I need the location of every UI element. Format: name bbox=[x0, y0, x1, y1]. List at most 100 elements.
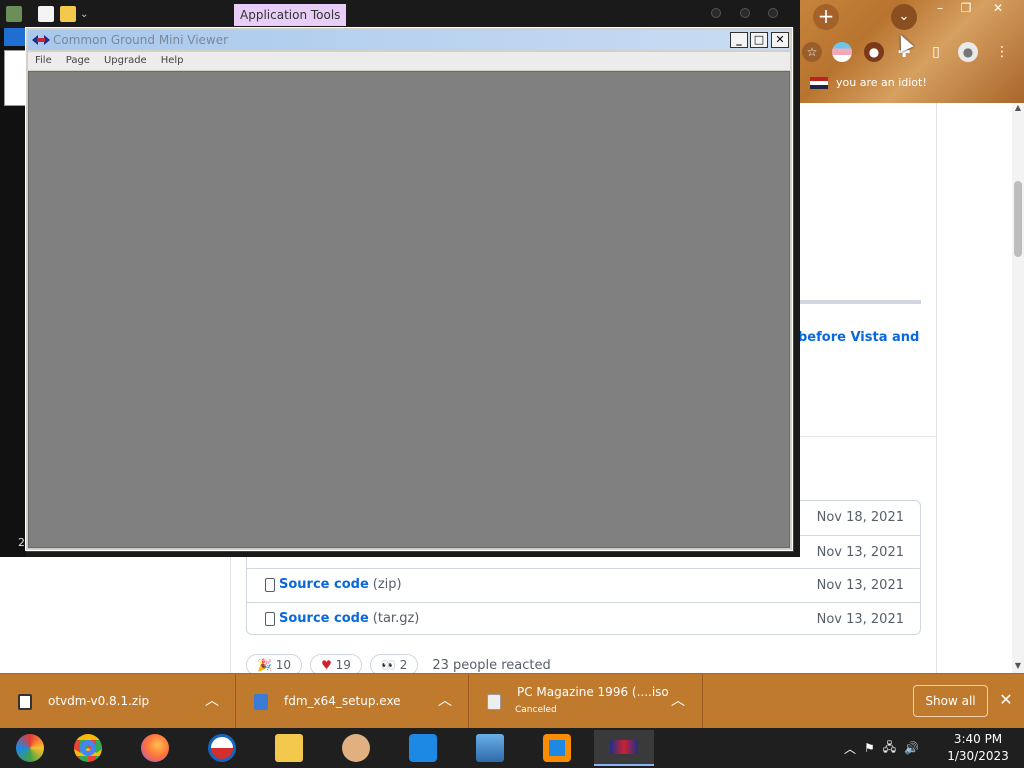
taskbar-media-center[interactable] bbox=[0, 730, 60, 766]
viewer-maximize-button[interactable]: □ bbox=[750, 32, 768, 48]
bookmark-item[interactable]: you are an idiot! bbox=[810, 76, 927, 89]
zip-file-icon bbox=[18, 694, 32, 710]
eyes-icon: 👀 bbox=[380, 658, 396, 672]
menu-help[interactable]: Help bbox=[154, 52, 191, 70]
release-title-link[interactable]: before Vista and bbox=[798, 330, 919, 345]
page-scrollbar[interactable]: ▲ ▼ bbox=[1012, 103, 1024, 673]
asset-date: Nov 18, 2021 bbox=[816, 510, 904, 525]
exe-file-icon bbox=[254, 694, 268, 710]
close-downloads-icon[interactable]: ✕ bbox=[996, 690, 1016, 710]
flag-icon bbox=[810, 76, 828, 89]
taskbar-chrome[interactable] bbox=[58, 730, 118, 766]
chrome-icon bbox=[74, 734, 102, 762]
chevron-up-icon[interactable]: ︿ bbox=[437, 690, 453, 710]
folder-app-icon bbox=[6, 6, 22, 22]
side-panel-icon[interactable]: ▯ bbox=[926, 42, 946, 62]
viewer-title-bar[interactable]: Common Ground Mini Viewer _ □ ✕ bbox=[28, 30, 790, 50]
document-file-icon bbox=[487, 694, 501, 710]
taskbar-obama[interactable] bbox=[192, 730, 252, 766]
volume-icon[interactable]: 🔊 bbox=[904, 741, 919, 755]
asset-link[interactable]: Source code (zip) bbox=[279, 577, 402, 592]
explorer-maximize-button[interactable] bbox=[740, 8, 750, 18]
explorer-minimize-button[interactable] bbox=[711, 8, 721, 18]
menu-page[interactable]: Page bbox=[59, 52, 97, 70]
browser-restore-button[interactable]: ❐ bbox=[954, 0, 978, 18]
show-all-button[interactable]: Show all bbox=[913, 685, 988, 717]
download-item[interactable]: otvdm-v0.8.1.zip ︿ bbox=[0, 674, 236, 729]
downloads-bar: otvdm-v0.8.1.zip ︿ fdm_x64_setup.exe ︿ P… bbox=[0, 673, 1024, 729]
person-icon bbox=[342, 734, 370, 762]
extension-avatar-icon[interactable]: ● bbox=[864, 42, 884, 62]
tada-icon: 🎉 bbox=[257, 658, 272, 672]
taskbar-user-app[interactable] bbox=[326, 730, 386, 766]
asset-date: Nov 13, 2021 bbox=[816, 612, 904, 627]
chevron-up-icon[interactable]: ︿ bbox=[844, 740, 856, 757]
common-ground-viewer-window: Common Ground Mini Viewer _ □ ✕ File Pag… bbox=[25, 27, 793, 551]
quick-access-toolbar: ⌄ bbox=[0, 0, 800, 28]
bookmark-label: you are an idiot! bbox=[836, 76, 927, 89]
extension-flag-icon[interactable] bbox=[832, 42, 852, 62]
download-filename: otvdm-v0.8.1.zip bbox=[48, 694, 150, 708]
taskbar-remote-app[interactable] bbox=[393, 730, 453, 766]
asset-link[interactable]: Source code (tar.gz) bbox=[279, 611, 419, 626]
back-button[interactable] bbox=[4, 50, 26, 106]
viewer-title: Common Ground Mini Viewer bbox=[53, 33, 229, 47]
browser-menu-icon[interactable]: ⋮ bbox=[992, 42, 1012, 62]
taskbar-firefox[interactable] bbox=[125, 730, 185, 766]
browser-minimize-button[interactable]: – bbox=[928, 0, 952, 18]
asset-date: Nov 13, 2021 bbox=[816, 578, 904, 593]
taskbar-photo-viewer[interactable] bbox=[460, 730, 520, 766]
viewer-document-area[interactable] bbox=[28, 71, 790, 548]
tab-search-button[interactable]: ⌄ bbox=[891, 4, 917, 30]
new-tab-button[interactable]: + bbox=[813, 4, 839, 30]
taskbar-common-ground-viewer[interactable] bbox=[594, 730, 654, 766]
folder-icon bbox=[275, 734, 303, 762]
download-filename: PC Magazine 1996 (....iso bbox=[517, 685, 669, 699]
taskbar-video-player[interactable] bbox=[527, 730, 587, 766]
play-icon bbox=[543, 734, 571, 762]
scroll-up-icon[interactable]: ▲ bbox=[1012, 103, 1024, 115]
viewer-menu-bar: File Page Upgrade Help bbox=[28, 52, 790, 70]
menu-file[interactable]: File bbox=[28, 52, 59, 70]
file-zip-icon bbox=[265, 612, 275, 626]
chevron-up-icon[interactable]: ︿ bbox=[670, 690, 686, 710]
asset-date: Nov 13, 2021 bbox=[816, 545, 904, 560]
scrollbar-thumb[interactable] bbox=[1014, 181, 1022, 257]
download-status: Canceled bbox=[515, 705, 557, 715]
network-icon[interactable]: 🖧 bbox=[883, 738, 896, 759]
viewer-minimize-button[interactable]: _ bbox=[730, 32, 748, 48]
scroll-down-icon[interactable]: ▼ bbox=[1012, 661, 1024, 673]
bookmark-star-icon[interactable]: ☆ bbox=[802, 42, 822, 62]
taskbar-file-explorer[interactable] bbox=[259, 730, 319, 766]
common-ground-app-icon bbox=[610, 740, 638, 754]
chevron-up-icon[interactable]: ︿ bbox=[204, 690, 220, 710]
taskbar-clock[interactable]: 3:40 PM 1/30/2023 bbox=[946, 731, 1010, 765]
picture-icon bbox=[476, 734, 504, 762]
clock-date: 1/30/2023 bbox=[947, 749, 1009, 763]
properties-icon[interactable] bbox=[38, 6, 54, 22]
system-tray: ︿ ⚑ 🖧 🔊 bbox=[844, 728, 919, 768]
sidebar-divider bbox=[936, 103, 937, 673]
file-zip-icon bbox=[265, 578, 275, 592]
application-tools-tab[interactable]: Application Tools bbox=[234, 4, 347, 26]
section-divider bbox=[798, 300, 921, 304]
asset-row[interactable]: Source code (tar.gz) Nov 13, 2021 bbox=[247, 602, 920, 636]
download-filename: fdm_x64_setup.exe bbox=[284, 694, 401, 708]
firefox-icon bbox=[141, 734, 169, 762]
profile-icon[interactable]: ● bbox=[958, 42, 978, 62]
obama-logo-icon bbox=[208, 734, 236, 762]
asset-row[interactable]: Source code (zip) Nov 13, 2021 bbox=[247, 568, 920, 602]
divider bbox=[798, 436, 937, 437]
browser-close-button[interactable]: ✕ bbox=[986, 0, 1010, 18]
download-item[interactable]: PC Magazine 1996 (....iso Canceled ︿ bbox=[469, 674, 703, 729]
customize-qat-icon[interactable]: ⌄ bbox=[80, 9, 88, 20]
explorer-close-button[interactable] bbox=[768, 8, 778, 18]
viewer-close-button[interactable]: ✕ bbox=[771, 32, 789, 48]
common-ground-app-icon bbox=[32, 35, 50, 45]
new-folder-icon[interactable] bbox=[60, 6, 76, 22]
flag-icon[interactable]: ⚑ bbox=[864, 741, 875, 755]
download-item[interactable]: fdm_x64_setup.exe ︿ bbox=[236, 674, 469, 729]
file-tab[interactable] bbox=[4, 28, 26, 46]
status-count: 2 bbox=[18, 536, 25, 549]
menu-upgrade[interactable]: Upgrade bbox=[97, 52, 154, 70]
